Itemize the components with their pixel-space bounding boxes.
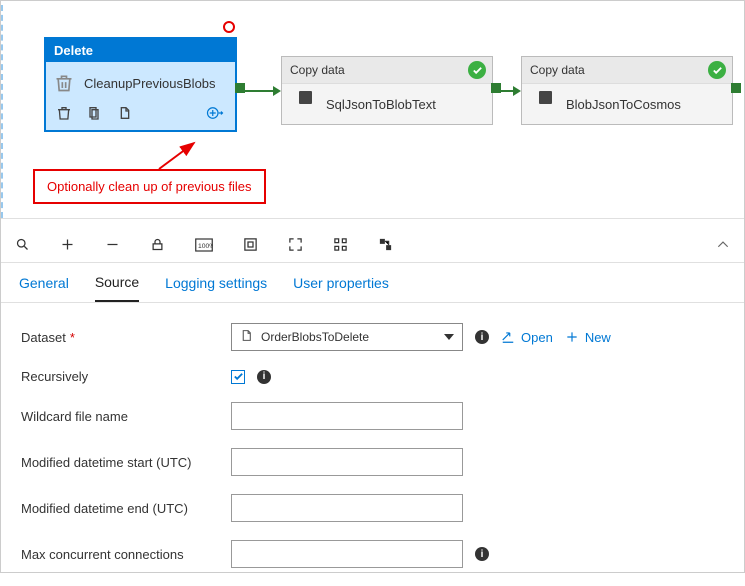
activity-type-label: Delete <box>46 39 235 62</box>
max-conn-label: Max concurrent connections <box>21 547 231 562</box>
search-icon[interactable] <box>15 237 30 252</box>
recursively-checkbox[interactable] <box>231 370 245 384</box>
activity-name: CleanupPreviousBlobs <box>84 76 216 91</box>
connector-arrow <box>493 86 521 96</box>
fit-screen-icon[interactable] <box>243 237 258 252</box>
wildcard-label: Wildcard file name <box>21 409 231 424</box>
trash-icon <box>54 72 74 94</box>
fullscreen-icon[interactable] <box>288 237 303 252</box>
validated-check-icon <box>468 61 486 79</box>
output-port[interactable] <box>731 83 741 93</box>
collapse-panel-icon[interactable] <box>716 238 730 252</box>
modified-end-input[interactable] <box>231 494 463 522</box>
copy-action-icon[interactable] <box>116 105 132 121</box>
zoom-out-icon[interactable] <box>105 237 120 252</box>
auto-align-icon[interactable] <box>333 237 348 252</box>
caret-down-icon <box>444 334 454 340</box>
dataset-value: OrderBlobsToDelete <box>261 330 444 344</box>
add-output-icon[interactable] <box>205 104 225 122</box>
pipeline-canvas[interactable]: Delete CleanupPreviousBlobs Copy data <box>1 1 744 219</box>
properties-tabs: General Source Logging settings User pro… <box>1 263 744 303</box>
tab-user-properties[interactable]: User properties <box>293 265 389 301</box>
tab-source[interactable]: Source <box>95 264 139 302</box>
zoom-in-icon[interactable] <box>60 237 75 252</box>
copy-data-icon <box>532 94 556 114</box>
info-icon[interactable]: i <box>257 370 271 384</box>
clone-action-icon[interactable] <box>86 105 102 121</box>
info-icon[interactable]: i <box>475 330 489 344</box>
activity-delete[interactable]: Delete CleanupPreviousBlobs <box>44 37 237 132</box>
modified-end-label: Modified datetime end (UTC) <box>21 501 231 516</box>
svg-text:100%: 100% <box>198 243 213 250</box>
max-conn-input[interactable] <box>231 540 463 568</box>
copy-data-icon <box>292 94 316 114</box>
activity-copy-1[interactable]: Copy data SqlJsonToBlobText <box>281 56 493 125</box>
annotation-arrow <box>154 141 199 171</box>
dataset-select[interactable]: OrderBlobsToDelete <box>231 323 463 351</box>
modified-start-input[interactable] <box>231 448 463 476</box>
wildcard-input[interactable] <box>231 402 463 430</box>
info-icon[interactable]: i <box>475 547 489 561</box>
activity-type-label: Copy data <box>530 63 585 77</box>
document-icon <box>240 328 253 346</box>
dataset-label: Dataset* <box>21 330 231 345</box>
modified-start-label: Modified datetime start (UTC) <box>21 455 231 470</box>
output-port[interactable] <box>235 83 245 93</box>
delete-action-icon[interactable] <box>56 105 72 121</box>
flowchart-icon[interactable] <box>378 237 393 252</box>
annotation-callout: Optionally clean up of previous files <box>33 169 266 204</box>
source-form: Dataset* OrderBlobsToDelete i Open New R… <box>1 303 744 586</box>
open-dataset-button[interactable]: Open <box>501 330 553 345</box>
activity-copy-2[interactable]: Copy data BlobJsonToCosmos <box>521 56 733 125</box>
tab-logging-settings[interactable]: Logging settings <box>165 265 267 301</box>
connector-arrow <box>245 86 281 96</box>
lock-icon[interactable] <box>150 237 165 252</box>
annotation-marker-circle <box>223 21 235 33</box>
canvas-guide-line <box>1 5 3 218</box>
tab-general[interactable]: General <box>19 265 69 301</box>
activity-name: SqlJsonToBlobText <box>326 97 436 112</box>
recursively-label: Recursively <box>21 369 231 384</box>
validated-check-icon <box>708 61 726 79</box>
zoom-100-icon[interactable]: 100% <box>195 238 213 252</box>
new-dataset-button[interactable]: New <box>565 330 611 345</box>
canvas-toolbar: 100% <box>1 227 744 263</box>
activity-type-label: Copy data <box>290 63 345 77</box>
activity-name: BlobJsonToCosmos <box>566 97 681 112</box>
